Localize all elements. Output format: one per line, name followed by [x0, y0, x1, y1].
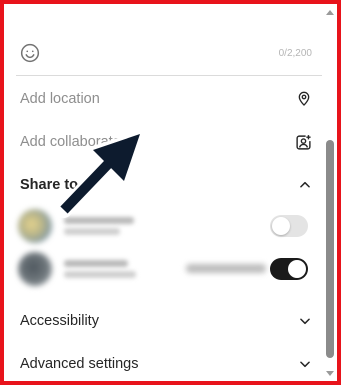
- toggle-knob: [272, 217, 290, 235]
- account-info-redacted: [64, 217, 134, 235]
- scrollbar[interactable]: [325, 8, 335, 376]
- advanced-settings-label: Advanced settings: [20, 356, 139, 372]
- account-info-redacted: [64, 260, 136, 278]
- accessibility-label: Accessibility: [20, 313, 99, 329]
- share-toggle[interactable]: [270, 258, 308, 280]
- caption-footer: 0/2,200: [20, 38, 312, 68]
- share-toggle[interactable]: [270, 215, 308, 237]
- post-settings-panel: 0/2,200 Add location Add collaborators S…: [4, 4, 337, 381]
- scrollbar-thumb[interactable]: [326, 140, 334, 358]
- add-person-icon: [296, 134, 311, 150]
- toggle-knob: [288, 260, 306, 278]
- emoji-button[interactable]: [20, 43, 40, 63]
- map-pin-icon: [298, 91, 310, 106]
- chevron-down-icon: [300, 318, 310, 325]
- accessibility-row[interactable]: Accessibility: [20, 308, 312, 334]
- account-handle-redacted: [186, 264, 266, 273]
- chevron-up-icon[interactable]: [298, 178, 312, 192]
- caption-char-count: 0/2,200: [278, 47, 312, 59]
- avatar: [18, 209, 52, 243]
- arrow-shaft: [60, 158, 114, 214]
- pointer-arrow-annotation: [56, 131, 143, 218]
- smiley-icon: [20, 43, 40, 63]
- advanced-settings-row[interactable]: Advanced settings: [20, 351, 312, 377]
- add-location-label: Add location: [20, 91, 100, 107]
- add-location-row[interactable]: Add location: [20, 86, 312, 112]
- share-account-row: [18, 252, 314, 286]
- scroll-up-arrow-icon[interactable]: [326, 10, 334, 15]
- avatar: [18, 252, 52, 286]
- divider: [16, 75, 322, 76]
- chevron-down-icon: [300, 361, 310, 368]
- scroll-down-arrow-icon[interactable]: [326, 371, 334, 376]
